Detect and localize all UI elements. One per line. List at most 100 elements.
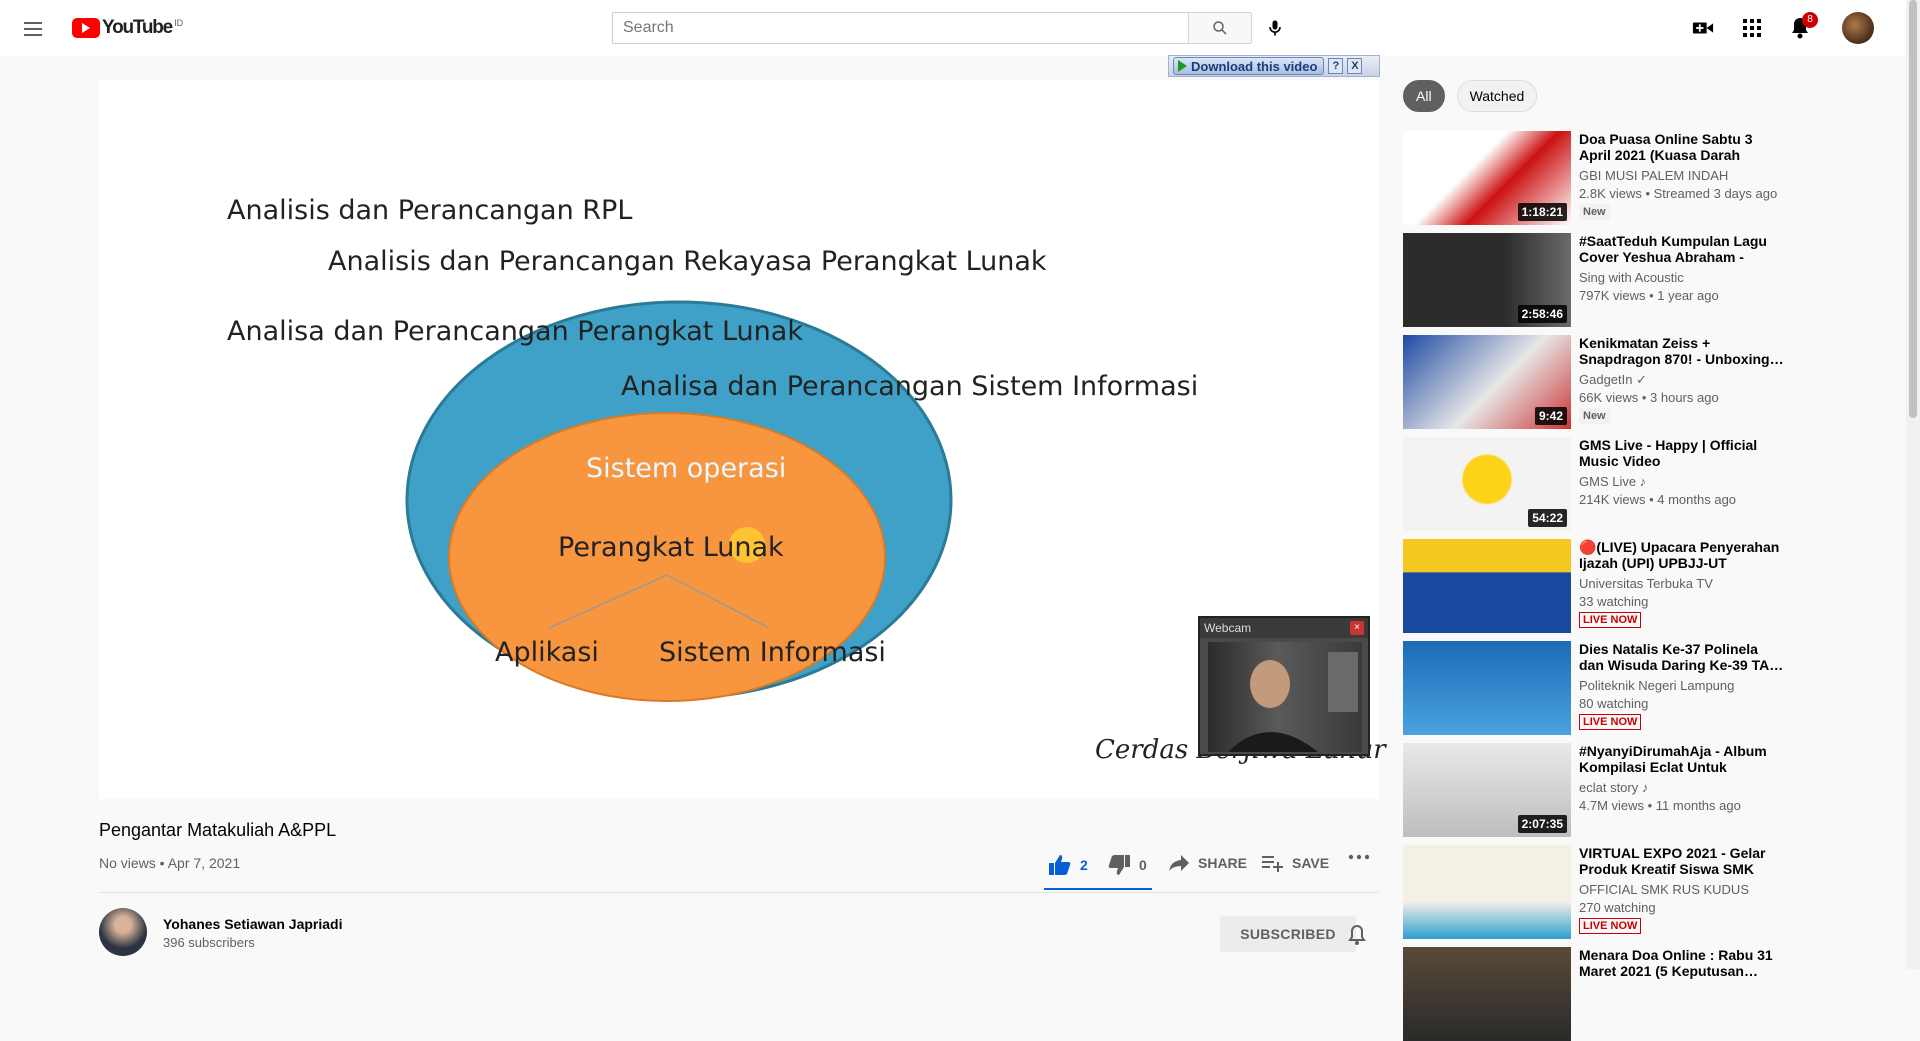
recommendation-item[interactable]: 1:18:21 Doa Puasa Online Sabtu 3 April 20… xyxy=(1403,131,1793,225)
recommendation-channel[interactable]: eclat story ♪ xyxy=(1579,780,1648,795)
video-thumbnail[interactable]: 2:58:46 xyxy=(1403,233,1571,327)
recommendation-item[interactable]: VIRTUAL EXPO 2021 - Gelar Produk Kreatif… xyxy=(1403,845,1793,939)
apps-button[interactable] xyxy=(1739,16,1765,40)
recommendation-channel[interactable]: GMS Live ♪ xyxy=(1579,474,1646,489)
recommendation-title[interactable]: #NyanyiDirumahAja - Album Kompilasi Ecla… xyxy=(1579,743,1785,775)
download-video-toolbar: Download this video ? X xyxy=(1168,55,1380,77)
live-now-badge: LIVE NOW xyxy=(1579,918,1642,934)
chip-all[interactable]: All xyxy=(1403,80,1445,112)
search-input[interactable] xyxy=(612,12,1188,44)
video-meta: No views • Apr 7, 2021 xyxy=(99,855,241,871)
play-arrow-icon xyxy=(1178,60,1187,72)
logo-text: YouTube xyxy=(102,17,173,38)
view-count: No views xyxy=(99,855,156,871)
new-badge: New xyxy=(1579,204,1610,220)
recommendation-stats: 80 watching xyxy=(1579,696,1649,711)
more-actions-button[interactable] xyxy=(1348,854,1370,860)
youtube-play-icon xyxy=(72,18,100,38)
video-player[interactable]: Analisis dan Perancangan RPL Analisis da… xyxy=(99,80,1379,799)
video-thumbnail[interactable]: 54:22 xyxy=(1403,437,1571,531)
recommendation-title[interactable]: Doa Puasa Online Sabtu 3 April 2021 (Kua… xyxy=(1579,131,1785,163)
channel-notifications-button[interactable] xyxy=(1347,924,1371,948)
video-thumbnail[interactable] xyxy=(1403,641,1571,735)
recommendation-stats: 270 watching xyxy=(1579,900,1656,915)
channel-avatar[interactable] xyxy=(99,908,147,956)
slide-line-2: Analisis dan Perancangan Rekayasa Perang… xyxy=(328,246,1047,277)
video-thumbnail[interactable]: 9:42 xyxy=(1403,335,1571,429)
recommendation-channel[interactable]: GadgetIn ✓ xyxy=(1579,372,1647,388)
share-arrow-icon xyxy=(1169,855,1189,871)
apps-grid-icon xyxy=(1743,19,1761,37)
download-help-button[interactable]: ? xyxy=(1328,58,1344,74)
masthead: YouTube ID 8 xyxy=(0,0,1920,56)
subscribe-button[interactable]: SUBSCRIBED xyxy=(1220,916,1356,952)
search-button[interactable] xyxy=(1188,12,1252,44)
recommendation-item[interactable]: 9:42 Kenikmatan Zeiss + Snapdragon 870! -… xyxy=(1403,335,1793,429)
recommendation-channel[interactable]: GBI MUSI PALEM INDAH xyxy=(1579,168,1728,183)
recommendation-title[interactable]: #SaatTeduh Kumpulan Lagu Cover Yeshua Ab… xyxy=(1579,233,1785,265)
duration-badge: 9:42 xyxy=(1534,407,1567,425)
thumbs-down-icon xyxy=(1108,855,1130,875)
like-ratio-bar xyxy=(1044,888,1152,890)
download-label: Download this video xyxy=(1191,58,1318,74)
country-code: ID xyxy=(174,18,184,28)
menu-icon[interactable] xyxy=(24,18,48,38)
webcam-overlay: Webcam × xyxy=(1198,616,1370,756)
create-video-button[interactable] xyxy=(1690,16,1716,40)
duration-badge: 2:07:35 xyxy=(1517,815,1567,833)
save-label: SAVE xyxy=(1292,855,1330,871)
dislike-button[interactable]: 0 xyxy=(1107,854,1147,876)
subscriber-count: 396 subscribers xyxy=(163,935,255,950)
save-button[interactable]: SAVE xyxy=(1262,854,1329,872)
recommendation-title[interactable]: 🔴(LIVE) Upacara Penyerahan Ijazah (UPI) … xyxy=(1579,539,1785,571)
voice-search-button[interactable] xyxy=(1262,15,1288,41)
recommendation-title[interactable]: Kenikmatan Zeiss + Snapdragon 870! - Unb… xyxy=(1579,335,1785,367)
share-label: SHARE xyxy=(1198,855,1248,871)
playlist-add-icon xyxy=(1262,856,1283,872)
recommendation-item[interactable]: Dies Natalis Ke-37 Polinela dan Wisuda D… xyxy=(1403,641,1793,735)
sistem-informasi-label: Sistem Informasi xyxy=(659,637,886,668)
video-thumbnail[interactable] xyxy=(1403,539,1571,633)
recommendation-stats: 214K views • 4 months ago xyxy=(1579,492,1737,507)
account-avatar[interactable] xyxy=(1842,12,1874,44)
video-thumbnail[interactable] xyxy=(1403,845,1571,939)
webcam-close-icon: × xyxy=(1350,621,1364,635)
video-camera-icon xyxy=(1692,22,1714,34)
filter-chips: All Watched xyxy=(1403,80,1538,112)
share-button[interactable]: SHARE xyxy=(1168,854,1247,872)
bell-outline-icon xyxy=(1348,924,1366,945)
recommendation-item[interactable]: 2:07:35 #NyanyiDirumahAja - Album Kompila… xyxy=(1403,743,1793,837)
duration-badge: 1:18:21 xyxy=(1517,203,1567,221)
video-thumbnail[interactable] xyxy=(1403,947,1571,1041)
recommendation-channel[interactable]: Universitas Terbuka TV xyxy=(1579,576,1713,591)
recommendation-title[interactable]: GMS Live - Happy | Official Music Video xyxy=(1579,437,1785,469)
aplikasi-label: Aplikasi xyxy=(495,637,599,668)
recommendation-channel[interactable]: Sing with Acoustic xyxy=(1579,270,1684,285)
recommendation-channel[interactable]: Politeknik Negeri Lampung xyxy=(1579,678,1734,693)
chip-watched[interactable]: Watched xyxy=(1456,80,1538,112)
new-badge: New xyxy=(1579,408,1610,424)
like-button[interactable]: 2 xyxy=(1048,854,1088,876)
slide-line-3: Analisa dan Perancangan Perangkat Lunak xyxy=(227,316,803,347)
video-thumbnail[interactable]: 2:07:35 xyxy=(1403,743,1571,837)
recommendation-channel[interactable]: OFFICIAL SMK RUS KUDUS xyxy=(1579,882,1749,897)
recommendation-title[interactable]: VIRTUAL EXPO 2021 - Gelar Produk Kreatif… xyxy=(1579,845,1785,877)
thumbs-up-icon xyxy=(1049,855,1071,875)
video-thumbnail[interactable]: 1:18:21 xyxy=(1403,131,1571,225)
recommendation-title[interactable]: Menara Doa Online : Rabu 31 Maret 2021 (… xyxy=(1579,947,1785,979)
recommendation-item[interactable]: Menara Doa Online : Rabu 31 Maret 2021 (… xyxy=(1403,947,1793,1041)
page-scrollbar[interactable] xyxy=(1906,0,1920,969)
slide-diagram xyxy=(405,300,953,702)
recommendation-title[interactable]: Dies Natalis Ke-37 Polinela dan Wisuda D… xyxy=(1579,641,1785,673)
recommendation-item[interactable]: 🔴(LIVE) Upacara Penyerahan Ijazah (UPI) … xyxy=(1403,539,1793,633)
recommendation-stats: 797K views • 1 year ago xyxy=(1579,288,1719,303)
recommendation-item[interactable]: 2:58:46 #SaatTeduh Kumpulan Lagu Cover Ye… xyxy=(1403,233,1793,327)
download-video-button[interactable]: Download this video xyxy=(1173,57,1325,75)
search-icon xyxy=(1213,21,1227,35)
youtube-logo[interactable]: YouTube ID xyxy=(72,17,183,39)
notification-count-badge: 8 xyxy=(1802,12,1818,28)
download-close-button[interactable]: X xyxy=(1347,58,1363,74)
channel-name[interactable]: Yohanes Setiawan Japriadi xyxy=(163,916,342,932)
scroll-thumb[interactable] xyxy=(1909,0,1917,418)
recommendation-item[interactable]: 54:22 GMS Live - Happy | Official Music V… xyxy=(1403,437,1793,531)
